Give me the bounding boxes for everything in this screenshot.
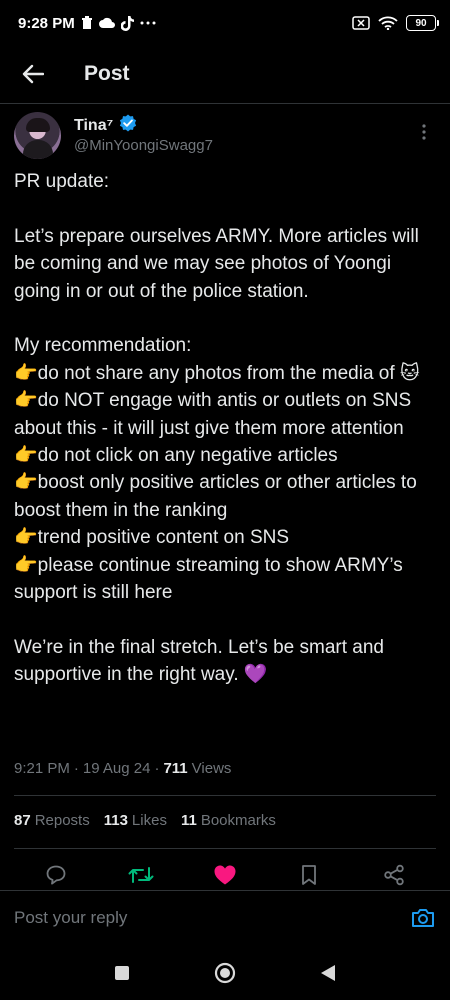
more-dots-icon xyxy=(140,21,156,25)
status-bar: 9:28 PM 90 xyxy=(0,0,450,46)
like-icon xyxy=(214,865,236,885)
status-left: 9:28 PM xyxy=(18,15,156,32)
recents-button[interactable] xyxy=(102,953,142,993)
cloud-icon xyxy=(98,17,115,29)
reposts-stat[interactable]: 87 Reposts xyxy=(14,812,90,829)
bookmark-icon xyxy=(302,865,317,885)
likes-label: Likes xyxy=(131,812,167,829)
bookmark-button[interactable] xyxy=(294,860,324,890)
header-divider xyxy=(0,103,450,104)
post-line: 👉boost only positive articles or other a… xyxy=(14,472,417,521)
battery-level: 90 xyxy=(415,17,427,29)
home-button[interactable] xyxy=(205,953,245,993)
author-name-row: Tina⁷ xyxy=(74,114,137,137)
camera-icon xyxy=(412,909,434,927)
system-nav-bar xyxy=(0,945,450,1000)
reply-icon xyxy=(46,865,66,885)
wifi-icon xyxy=(378,16,398,30)
system-back-button[interactable] xyxy=(308,953,348,993)
bookmarks-stat[interactable]: 11 Bookmarks xyxy=(181,812,276,829)
stats-divider xyxy=(14,848,436,849)
action-bar xyxy=(0,860,450,890)
post-line: 👉please continue streaming to show ARMY’… xyxy=(14,554,403,604)
author-row: Tina⁷ @MinYoongiSwagg7 xyxy=(14,112,436,162)
home-icon xyxy=(214,962,236,983)
views-count[interactable]: 711 xyxy=(163,760,187,777)
status-right: 90 xyxy=(352,15,439,31)
arrow-left-icon xyxy=(22,64,44,84)
post-line: 👉do not share any photos from the media … xyxy=(14,362,420,384)
post-line: We’re in the final stretch. Let’s be sma… xyxy=(14,636,384,686)
camera-button[interactable] xyxy=(410,905,436,931)
post-line: 👉do NOT engage with antis or outlets on … xyxy=(14,390,412,439)
author-handle[interactable]: @MinYoongiSwagg7 xyxy=(74,137,213,154)
post-stats: 87 Reposts 113 Likes 11 Bookmarks xyxy=(14,812,276,829)
post-meta: 9:21 PM · 19 Aug 24 · 711 Views xyxy=(14,760,231,777)
post-line: PR update: xyxy=(14,171,110,192)
tiktok-icon xyxy=(120,15,134,31)
more-options-button[interactable] xyxy=(414,122,434,142)
avatar-body xyxy=(23,140,53,159)
bookmarks-label: Bookmarks xyxy=(200,812,276,829)
sim-icon xyxy=(352,16,370,30)
reply-input[interactable] xyxy=(14,908,410,928)
likes-stat[interactable]: 113 Likes xyxy=(104,812,167,829)
post-line: 👉do not click on any negative articles xyxy=(14,445,338,467)
status-time: 9:28 PM xyxy=(18,14,75,32)
bookmarks-count: 11 xyxy=(180,812,197,829)
page-title: Post xyxy=(84,62,130,85)
post-text: PR update: Let’s prepare ourselves ARMY.… xyxy=(14,168,438,689)
recents-icon xyxy=(114,965,129,980)
reply-button[interactable] xyxy=(41,860,71,890)
verified-badge-icon xyxy=(119,114,137,137)
likes-count: 113 xyxy=(103,812,128,829)
back-icon xyxy=(321,964,336,981)
more-vertical-icon xyxy=(422,124,426,140)
back-button[interactable] xyxy=(20,61,46,87)
reposts-label: Reposts xyxy=(34,812,90,829)
header: Post xyxy=(0,48,450,100)
views-label: Views xyxy=(191,760,232,777)
post-line: Let’s prepare ourselves ARMY. More artic… xyxy=(14,225,419,302)
share-button[interactable] xyxy=(379,860,409,890)
reposts-count: 87 xyxy=(14,812,31,829)
post-line: My recommendation: xyxy=(14,335,192,357)
meta-divider xyxy=(14,795,436,796)
post-date: 19 Aug 24 xyxy=(82,760,151,777)
avatar-hair xyxy=(26,118,50,132)
repost-icon xyxy=(128,867,154,883)
post-time: 9:21 PM xyxy=(14,760,70,777)
post-line: 👉trend positive content on SNS xyxy=(14,527,290,549)
avatar[interactable] xyxy=(14,112,61,159)
author-name[interactable]: Tina⁷ xyxy=(74,117,113,135)
like-button[interactable] xyxy=(210,860,240,890)
meta-separator: · xyxy=(154,760,160,777)
reply-bar xyxy=(0,891,450,945)
repost-button[interactable] xyxy=(126,860,156,890)
battery-icon: 90 xyxy=(406,15,439,31)
share-icon xyxy=(384,864,404,886)
meta-separator: · xyxy=(73,760,79,777)
trash-icon xyxy=(81,16,93,30)
